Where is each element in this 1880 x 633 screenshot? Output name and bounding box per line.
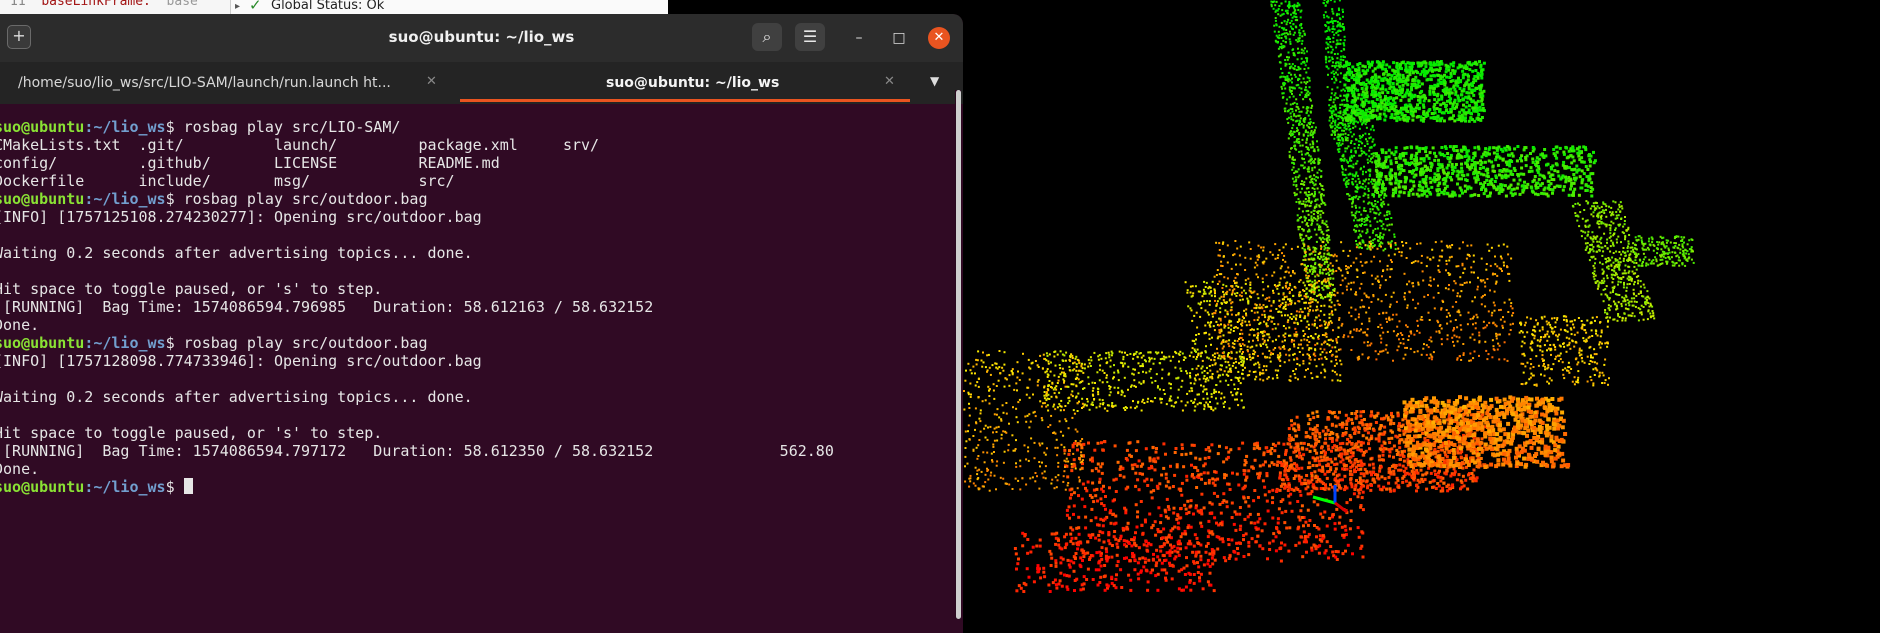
point-cloud-canvas[interactable]	[963, 0, 1880, 633]
tab-dropdown-icon[interactable]: ▼	[930, 74, 939, 88]
prompt-path: :~/lio_ws	[84, 478, 166, 496]
robot-axis-marker	[1312, 495, 1336, 505]
terminal-output-line: Done.	[0, 316, 40, 334]
prompt-user: suo@ubuntu	[0, 190, 85, 208]
tab-bar: /home/suo/lio_ws/src/LIO-SAM/launch/run.…	[0, 62, 963, 104]
search-icon[interactable]: ⌕	[752, 23, 782, 51]
editor-code-line: 11 baseLinkFrame: base	[10, 0, 198, 10]
scrollbar-thumb[interactable]	[956, 90, 961, 619]
editor-code-key: baseLinkFrame:	[41, 0, 151, 9]
terminal-titlebar[interactable]: + suo@ubuntu: ~/lio_ws ⌕ ☰ – □ ✕	[0, 14, 963, 62]
tab-label: suo@ubuntu: ~/lio_ws	[606, 75, 780, 91]
terminal-output-line: config/ .github/ LICENSE README.md	[0, 154, 500, 172]
tab-close-icon[interactable]: ✕	[884, 74, 895, 89]
prompt-path: :~/lio_ws	[84, 118, 166, 136]
tab-run-launch[interactable]: /home/suo/lio_ws/src/LIO-SAM/launch/run.…	[0, 62, 460, 104]
prompt-path: :~/lio_ws	[84, 334, 166, 352]
editor-line-number: 11	[10, 0, 26, 9]
terminal-prompt-line: suo@ubuntu:~/lio_ws$ rosbag play src/out…	[0, 334, 428, 352]
terminal-prompt-line: suo@ubuntu:~/lio_ws$	[0, 478, 193, 496]
terminal-output-line: Waiting 0.2 seconds after advertising to…	[0, 388, 473, 406]
terminal-output-line: [INFO] [1757128098.774733946]: Opening s…	[0, 352, 482, 370]
terminal-window: + suo@ubuntu: ~/lio_ws ⌕ ☰ – □ ✕ /home/s…	[0, 14, 963, 633]
minimize-icon[interactable]: –	[848, 27, 870, 49]
command-text: $ rosbag play src/outdoor.bag	[165, 190, 428, 208]
terminal-output[interactable]: suo@ubuntu:~/lio_ws$ rosbag play src/LIO…	[0, 104, 955, 633]
check-icon: ✓	[249, 0, 262, 14]
terminal-output-line: Dockerfile include/ msg/ src/	[0, 172, 455, 190]
tab-lio-ws[interactable]: suo@ubuntu: ~/lio_ws ✕	[460, 62, 910, 104]
close-icon[interactable]: ✕	[928, 27, 950, 49]
maximize-icon[interactable]: □	[888, 27, 910, 49]
command-text: $ rosbag play src/outdoor.bag	[165, 334, 428, 352]
terminal-output-line: Hit space to toggle paused, or 's' to st…	[0, 424, 383, 442]
terminal-prompt-line: suo@ubuntu:~/lio_ws$ rosbag play src/LIO…	[0, 118, 400, 136]
prompt-user: suo@ubuntu	[0, 478, 85, 496]
global-status-label: Global Status: Ok	[271, 0, 385, 13]
terminal-output-line: CMakeLists.txt .git/ launch/ package.xml…	[0, 136, 600, 154]
hamburger-menu-icon[interactable]: ☰	[795, 23, 825, 51]
expand-arrow-icon[interactable]: ▸	[235, 0, 240, 15]
prompt-user: suo@ubuntu	[0, 334, 85, 352]
command-text: $ rosbag play src/LIO-SAM/	[165, 118, 401, 136]
terminal-prompt-line: suo@ubuntu:~/lio_ws$ rosbag play src/out…	[0, 190, 428, 208]
command-text: $	[165, 478, 184, 496]
editor-code-value: base	[166, 0, 198, 9]
text-cursor	[183, 478, 193, 494]
terminal-output-line: [RUNNING] Bag Time: 1574086594.797172 Du…	[0, 442, 834, 460]
tab-close-icon[interactable]: ✕	[426, 74, 437, 89]
tab-label: /home/suo/lio_ws/src/LIO-SAM/launch/run.…	[18, 75, 391, 91]
terminal-output-line: Done.	[0, 460, 40, 478]
active-tab-indicator	[460, 99, 910, 102]
prompt-path: :~/lio_ws	[84, 190, 166, 208]
terminal-scrollbar[interactable]	[955, 90, 961, 619]
prompt-user: suo@ubuntu	[0, 118, 85, 136]
point-cloud-viewer[interactable]	[963, 0, 1880, 633]
terminal-output-line: [RUNNING] Bag Time: 1574086594.796985 Du…	[0, 298, 654, 316]
terminal-output-line: Waiting 0.2 seconds after advertising to…	[0, 244, 473, 262]
terminal-output-line: Hit space to toggle paused, or 's' to st…	[0, 280, 383, 298]
terminal-output-line: [INFO] [1757125108.274230277]: Opening s…	[0, 208, 482, 226]
